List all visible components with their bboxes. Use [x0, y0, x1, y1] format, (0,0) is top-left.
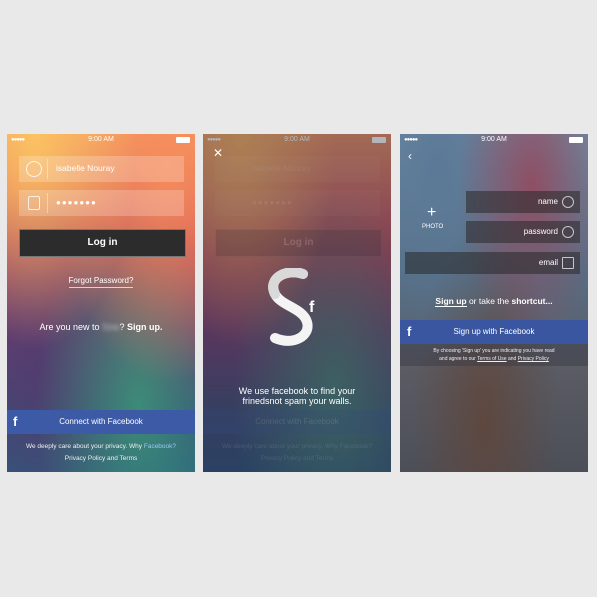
login-screen: ●●●●● 9:00 AM isabelle Nouray ●●●●●●● Lo…: [7, 134, 195, 472]
signup-facebook-button[interactable]: f Sign up with Facebook: [400, 320, 588, 344]
email-label: email: [538, 258, 558, 267]
back-icon[interactable]: ‹: [408, 149, 412, 163]
info-icon: [562, 226, 574, 238]
login-button[interactable]: Log in: [19, 229, 186, 257]
terms-of-use-link[interactable]: Terms of Use: [477, 356, 506, 362]
privacy-note: We deeply care about your privacy. Why F…: [7, 441, 195, 465]
password-field[interactable]: password: [466, 221, 580, 243]
terms-line-2-prefix: and agree to our: [439, 356, 478, 362]
forgot-password-link[interactable]: Forgot Password?: [7, 276, 195, 288]
new-user-prompt: Are you new to Sow? Sign up.: [7, 322, 195, 332]
user-icon: [26, 161, 42, 177]
privacy-policy-link[interactable]: Privacy Policy: [518, 356, 549, 362]
close-icon[interactable]: ✕: [213, 146, 223, 160]
shortcut-link[interactable]: shortcut...: [511, 296, 552, 306]
sign-up-link[interactable]: Sign up.: [127, 322, 163, 332]
email-field[interactable]: email: [405, 252, 580, 274]
status-bar: ●●●●● 9:00 AM: [7, 134, 195, 146]
connect-facebook-button[interactable]: f Connect with Facebook: [7, 410, 195, 434]
shortcut-mid: or take the: [466, 296, 512, 306]
message-line-1: We use facebook to find your: [238, 386, 356, 396]
facebook-info-screen: ●●●●● 9:00 AM isabelle Nouray ●●●●●●● Lo…: [203, 134, 391, 472]
logo-letter: f: [309, 299, 315, 316]
status-time: 9:00 AM: [481, 136, 507, 143]
field-divider: [47, 159, 48, 179]
password-value: ●●●●●●●: [56, 198, 97, 207]
privacy-policy-link[interactable]: Privacy Policy and Terms: [65, 455, 138, 462]
signup-facebook-label: Sign up with Facebook: [453, 327, 535, 336]
new-mid: ?: [119, 322, 128, 332]
username-field[interactable]: isabelle Nouray: [19, 156, 184, 182]
password-field[interactable]: ●●●●●●●: [19, 190, 184, 216]
app-name-blurred: Sow: [102, 322, 120, 332]
facebook-message: We use facebook to find your frinedsnot …: [203, 386, 391, 406]
password-label: password: [523, 227, 558, 236]
name-field[interactable]: name: [466, 191, 580, 213]
photo-label: PHOTO: [422, 224, 444, 230]
terms-line-1: By choosing 'Sign up' you are indicating…: [433, 348, 555, 354]
field-divider: [47, 193, 48, 213]
signup-shortcut-prompt: Sign up or take the shortcut...: [400, 296, 588, 307]
add-photo-icon[interactable]: +: [427, 204, 436, 222]
terms-and: and: [506, 356, 518, 362]
new-prefix: Are you new to: [39, 322, 102, 332]
lock-icon: [28, 196, 40, 210]
why-facebook-link[interactable]: Facebook?: [144, 443, 176, 450]
forgot-password-label: Forgot Password?: [68, 276, 134, 288]
app-logo: f: [268, 268, 315, 346]
connect-facebook-label: Connect with Facebook: [59, 417, 143, 426]
terms-note: By choosing 'Sign up' you are indicating…: [400, 347, 588, 363]
status-bar: ●●●●● 9:00 AM: [400, 134, 588, 146]
battery-icon: [176, 137, 190, 143]
message-line-2: frinedsnot spam your walls.: [242, 396, 352, 406]
privacy-text: We deeply care about your privacy. Why: [25, 443, 144, 450]
signup-screen: ●●●●● 9:00 AM ‹ + PHOTO name password em…: [400, 134, 588, 472]
sign-up-link[interactable]: Sign up: [435, 296, 467, 307]
info-icon: [562, 196, 574, 208]
name-label: name: [537, 197, 558, 206]
battery-icon: [569, 137, 583, 143]
username-value: isabelle Nouray: [56, 163, 115, 173]
mail-icon: [562, 257, 574, 269]
status-time: 9:00 AM: [88, 136, 114, 143]
